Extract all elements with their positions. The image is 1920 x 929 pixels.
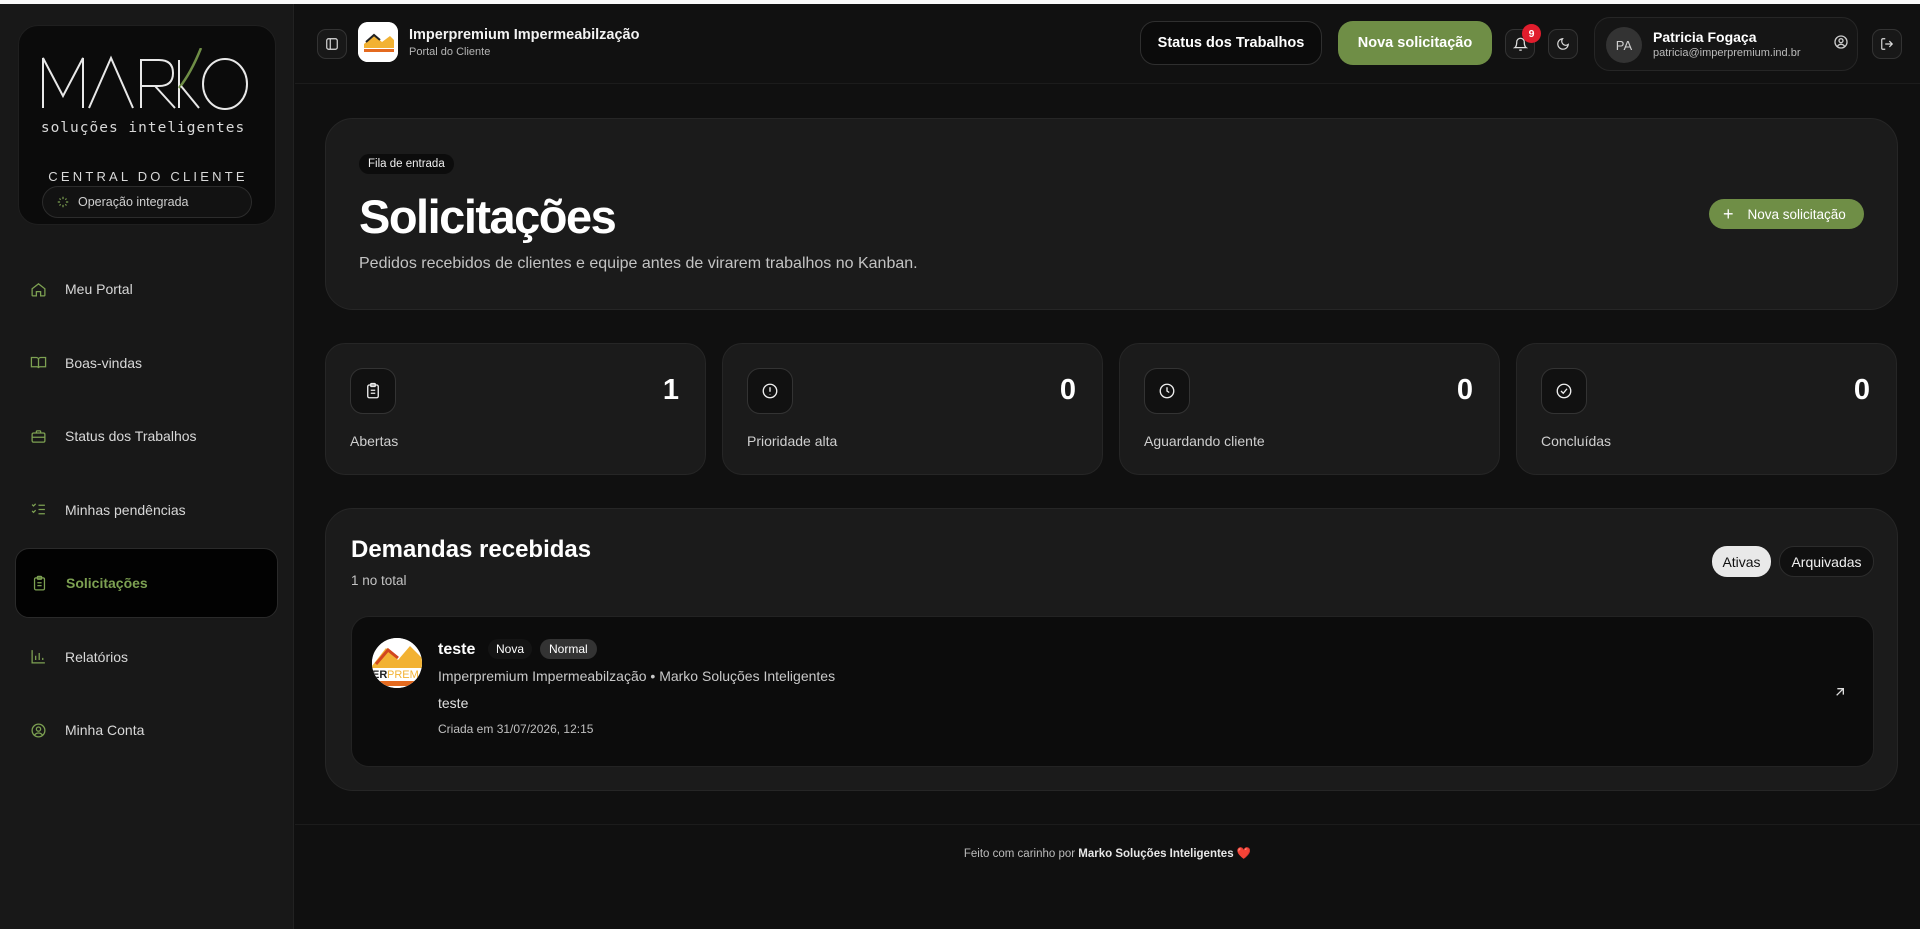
clipboard-icon — [29, 573, 49, 593]
sidebar: soluções inteligentes CENTRAL DO CLIENTE… — [0, 4, 294, 929]
page-title: Solicitações — [359, 190, 617, 243]
svg-text:ER: ER — [372, 669, 387, 681]
sidebar-nav: Meu Portal Boas-vindas Status dos Trabal… — [15, 254, 278, 769]
page-hero: Fila de entrada Solicitações Pedidos rec… — [325, 118, 1898, 310]
sidebar-item-label: Boas-vindas — [65, 354, 143, 371]
central-do-cliente-label: CENTRAL DO CLIENTE — [48, 169, 248, 184]
sidebar-item-label: Meu Portal — [65, 281, 133, 297]
demandas-recebidas-panel: Demandas recebidas 1 no total Ativas Arq… — [325, 508, 1898, 791]
top-header: Imperpremium Impermeabilzação Portal do … — [295, 4, 1920, 84]
stat-card-aguardando-cliente: 0 Aguardando cliente — [1119, 343, 1500, 475]
company-subtitle: Portal do Cliente — [409, 46, 491, 58]
logout-icon — [1881, 38, 1894, 50]
svg-text:PREM: PREM — [387, 669, 419, 681]
tab-arquivadas[interactable]: Arquivadas — [1779, 546, 1874, 577]
footer-divider — [295, 824, 1920, 825]
total-count: 1 no total — [351, 573, 407, 588]
logout-button[interactable] — [1872, 29, 1902, 59]
sidebar-item-label: Minha Conta — [65, 722, 145, 738]
sparkles-icon — [56, 195, 70, 209]
sidebar-item-label: Minhas pendências — [65, 501, 186, 518]
user-name: Patricia Fogaça — [1653, 29, 1757, 45]
sidebar-item-label: Status dos Trabalhos — [65, 428, 197, 444]
operacao-integrada-pill: Operação integrada — [42, 186, 252, 218]
theme-toggle-button[interactable] — [1548, 29, 1578, 59]
book-open-icon — [28, 353, 48, 373]
solicitacao-created-date: Criada em 31/07/2026, 12:15 — [438, 722, 594, 736]
stat-card-concluidas: 0 Concluídas — [1516, 343, 1897, 475]
user-circle-icon — [28, 720, 48, 740]
operacao-integrada-text: Operação integrada — [78, 195, 189, 209]
solicitacao-meta: Imperpremium Impermeabilzação • Marko So… — [438, 668, 836, 684]
alert-circle-icon — [747, 368, 793, 414]
home-icon — [28, 279, 48, 299]
checklist-icon — [28, 500, 48, 520]
marko-logo: soluções inteligentes — [41, 48, 248, 136]
footer-brand: Marko Soluções Inteligentes — [1078, 848, 1234, 860]
sidebar-item-relatorios[interactable]: Relatórios — [15, 622, 278, 692]
user-email: patricia@imperpremium.ind.br — [1653, 47, 1801, 59]
nova-solicitacao-label: Nova solicitação — [1747, 206, 1846, 222]
fila-de-entrada-chip: Fila de entrada — [359, 154, 454, 174]
stat-card-prioridade-alta: 0 Prioridade alta — [722, 343, 1103, 475]
footer: Feito com carinho por Marko Soluções Int… — [295, 846, 1920, 860]
plus-icon: + — [1723, 204, 1734, 224]
sidebar-item-minhas-pendencias[interactable]: Minhas pendências — [15, 475, 278, 545]
check-circle-icon — [1541, 368, 1587, 414]
nova-solicitacao-header-button[interactable]: Nova solicitação — [1338, 21, 1492, 65]
sidebar-item-label: Solicitações — [66, 575, 148, 591]
toggle-sidebar-button[interactable] — [317, 29, 347, 59]
status-badge: Nova — [488, 639, 533, 659]
company-avatar: ER PREM — [372, 638, 422, 688]
company-logo — [358, 22, 398, 62]
notifications-button[interactable]: 9 — [1505, 24, 1541, 59]
sidebar-item-boas-vindas[interactable]: Boas-vindas — [15, 328, 278, 398]
user-circle-icon — [1834, 35, 1848, 49]
priority-badge: Normal — [540, 639, 597, 659]
company-name: Imperpremium Impermeabilzação — [409, 27, 640, 43]
stat-value: 1 — [662, 374, 679, 406]
solicitacao-card[interactable]: ER PREM teste Nova Normal Imperpremium I… — [351, 616, 1874, 767]
status-dos-trabalhos-button[interactable]: Status dos Trabalhos — [1140, 21, 1322, 65]
stat-value: 0 — [1456, 374, 1473, 406]
section-title: Demandas recebidas — [351, 536, 592, 563]
heart-icon: ❤️ — [1236, 848, 1252, 860]
sidebar-item-label: Relatórios — [65, 648, 129, 665]
tab-ativas[interactable]: Ativas — [1712, 546, 1771, 577]
svg-text:soluções inteligentes: soluções inteligentes — [41, 120, 245, 136]
sidebar-item-minha-conta[interactable]: Minha Conta — [15, 695, 278, 765]
page-subtitle: Pedidos recebidos de clientes e equipe a… — [359, 255, 918, 272]
stat-label: Prioridade alta — [747, 433, 838, 449]
avatar: PA — [1606, 27, 1642, 63]
stat-label: Aguardando cliente — [1144, 433, 1265, 449]
stat-label: Concluídas — [1541, 433, 1612, 449]
notification-badge: 9 — [1522, 24, 1541, 43]
stat-label: Abertas — [350, 433, 399, 449]
sidebar-item-status-dos-trabalhos[interactable]: Status dos Trabalhos — [15, 401, 278, 471]
solicitacao-title: teste — [438, 641, 476, 658]
stat-value: 0 — [1059, 374, 1076, 406]
sidebar-toggle-icon — [326, 38, 338, 50]
briefcase-icon — [28, 426, 48, 446]
nova-solicitacao-button[interactable]: + Nova solicitação — [1709, 199, 1864, 229]
arrow-up-right-icon[interactable] — [1832, 684, 1848, 700]
clipboard-icon — [350, 368, 396, 414]
sidebar-item-solicitacoes[interactable]: Solicitações — [15, 548, 278, 618]
brand-card: soluções inteligentes CENTRAL DO CLIENTE… — [18, 25, 276, 225]
solicitacao-description: teste — [438, 695, 469, 711]
bar-chart-icon — [28, 647, 48, 667]
sidebar-item-meu-portal[interactable]: Meu Portal — [15, 254, 278, 324]
moon-icon — [1557, 38, 1569, 50]
stat-card-abertas: 1 Abertas — [325, 343, 706, 475]
footer-prefix: Feito com carinho por — [963, 848, 1076, 860]
user-profile-box[interactable]: PA Patricia Fogaça patricia@imperpremium… — [1594, 17, 1858, 71]
clock-icon — [1144, 368, 1190, 414]
stat-value: 0 — [1853, 374, 1870, 406]
